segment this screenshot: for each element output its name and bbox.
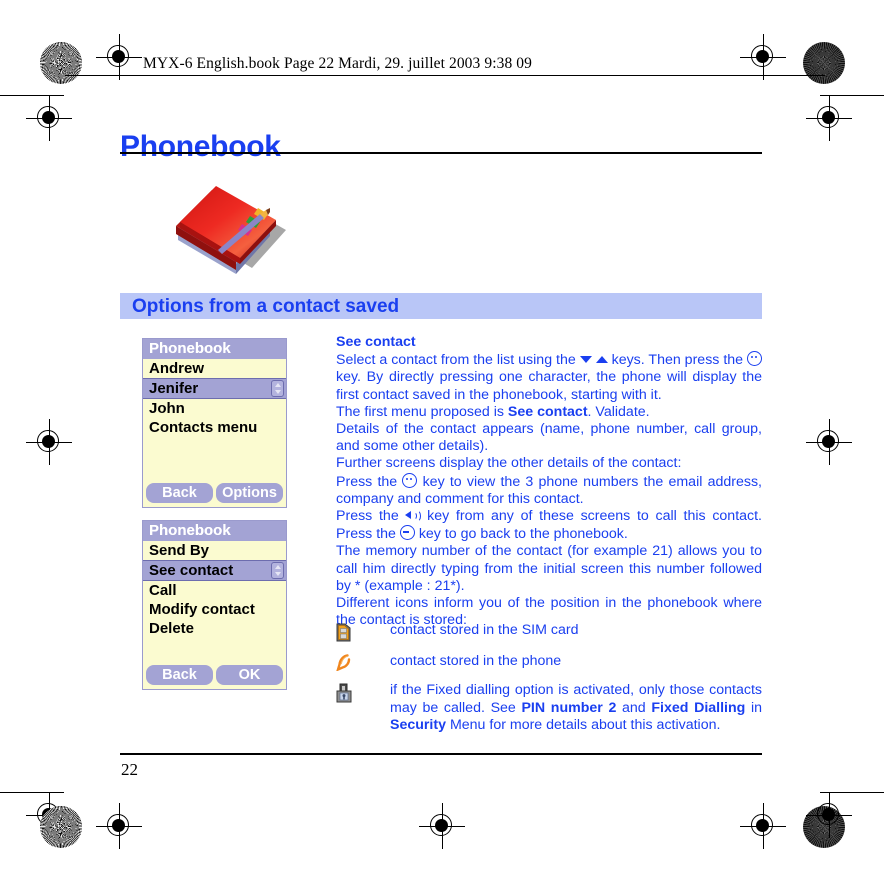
phone-handset-icon — [336, 653, 390, 676]
up-arrow-key-icon — [595, 356, 608, 364]
p1-part-a: Select a contact from the list using the — [336, 352, 580, 369]
section-banner-label: Options from a contact saved — [132, 296, 400, 317]
header-divider — [65, 75, 825, 76]
section-banner: Options from a contact saved — [120, 293, 762, 319]
screen2-row-send-by[interactable]: Send By — [143, 541, 286, 560]
p6-part-c: key to go back to the phonebook. — [414, 526, 628, 543]
body-heading: See contact — [336, 334, 762, 351]
body-paragraph-7: The memory number of the contact (for ex… — [336, 543, 762, 594]
screen2-row-modify-contact[interactable]: Modify contact — [143, 600, 286, 619]
page-number: 22 — [121, 760, 138, 779]
fd-bold-fixed-dialling: Fixed Dialling — [651, 699, 746, 716]
legend-text-sim: contact stored in the SIM card — [390, 622, 579, 638]
screen2-softkey-back[interactable]: Back — [146, 665, 213, 685]
fd-part-b: and — [616, 699, 652, 716]
padlock-icon — [336, 682, 390, 734]
fd-bold-security: Security — [390, 716, 446, 733]
fd-part-c: in — [745, 699, 763, 716]
legend-item-phone: contact stored in the phone — [336, 653, 762, 676]
print-file-header: MYX-6 English.book Page 22 Mardi, 29. ju… — [143, 55, 532, 72]
p2-part-b: . Validate. — [587, 403, 650, 420]
document-page: MYX-6 English.book Page 22 Mardi, 29. ju… — [0, 0, 884, 884]
body-paragraph-4: Further screens display the other detail… — [336, 455, 682, 472]
p5-part-a: Press the — [336, 473, 403, 490]
fd-bold-pin2: PIN number 2 — [521, 699, 617, 716]
call-key-icon — [405, 509, 422, 522]
body-paragraph-2: The first menu proposed is See contact. … — [336, 404, 762, 421]
screen2-row-see-contact-label: See contact — [149, 562, 234, 579]
p2-part-a: The first menu proposed is — [336, 403, 508, 420]
p6-part-a: Press the — [336, 508, 406, 525]
body-paragraph-6: Press the key from any of these screens … — [336, 508, 762, 543]
phone-screen-contact-list: Phonebook Andrew Jenifer John Contacts m… — [142, 338, 287, 508]
sim-card-icon — [336, 622, 390, 647]
screen2-row-call[interactable]: Call — [143, 581, 286, 600]
storage-icon-legend: contact stored in the SIM card contact s… — [336, 622, 762, 740]
scroll-indicator-icon[interactable] — [271, 562, 284, 579]
screen1-row-jenifer[interactable]: Jenifer — [143, 378, 286, 399]
legend-item-sim: contact stored in the SIM card — [336, 622, 762, 647]
body-paragraph-1: Select a contact from the list using the… — [336, 351, 762, 404]
page-title: Phonebook — [120, 130, 281, 164]
footer-divider — [120, 753, 762, 755]
phone-screen-options-menu: Phonebook Send By See contact Call Modif… — [142, 520, 287, 690]
screen2-title: Phonebook — [143, 521, 286, 541]
body-text-column: See contact Select a contact from the li… — [336, 334, 762, 629]
p1-part-c: key. By directly pressing one character,… — [336, 369, 762, 403]
body-heading-label: See contact — [336, 334, 416, 350]
screen2-softkey-ok[interactable]: OK — [216, 665, 283, 685]
screen2-softkeys: Back OK — [146, 665, 283, 685]
screen1-row-contacts-menu[interactable]: Contacts menu — [143, 418, 286, 437]
p2-bold-see-contact: See contact — [507, 403, 588, 420]
screen2-row-see-contact[interactable]: See contact — [143, 560, 286, 581]
legend-item-fixed-dialling: if the Fixed dialling option is activate… — [336, 682, 762, 734]
screen1-row-john[interactable]: John — [143, 399, 286, 418]
screen1-row-jenifer-label: Jenifer — [149, 380, 199, 397]
screen1-softkeys: Back Options — [146, 483, 283, 503]
p1-part-b: keys. Then press the — [607, 352, 747, 369]
legend-text-fixed-dialling: if the Fixed dialling option is activate… — [390, 682, 762, 734]
screen2-row-delete[interactable]: Delete — [143, 619, 286, 638]
fd-part-d: Menu for more details about this activat… — [446, 716, 721, 733]
legend-text-phone: contact stored in the phone — [390, 653, 562, 670]
body-paragraph-5: Press the key to view the 3 phone number… — [336, 472, 762, 508]
screen1-title: Phonebook — [143, 339, 286, 359]
hangup-key-icon — [399, 525, 415, 541]
screen1-row-andrew[interactable]: Andrew — [143, 359, 286, 378]
down-arrow-key-icon — [579, 356, 592, 364]
ok-key-icon — [747, 351, 762, 367]
screen1-softkey-back[interactable]: Back — [146, 483, 213, 503]
scroll-indicator-icon[interactable] — [271, 380, 284, 397]
screen1-softkey-options[interactable]: Options — [216, 483, 283, 503]
title-divider — [120, 152, 762, 154]
address-book-illustration — [160, 168, 290, 278]
body-paragraph-3: Details of the contact appears (name, ph… — [336, 421, 762, 455]
ok-key-icon — [402, 472, 418, 488]
